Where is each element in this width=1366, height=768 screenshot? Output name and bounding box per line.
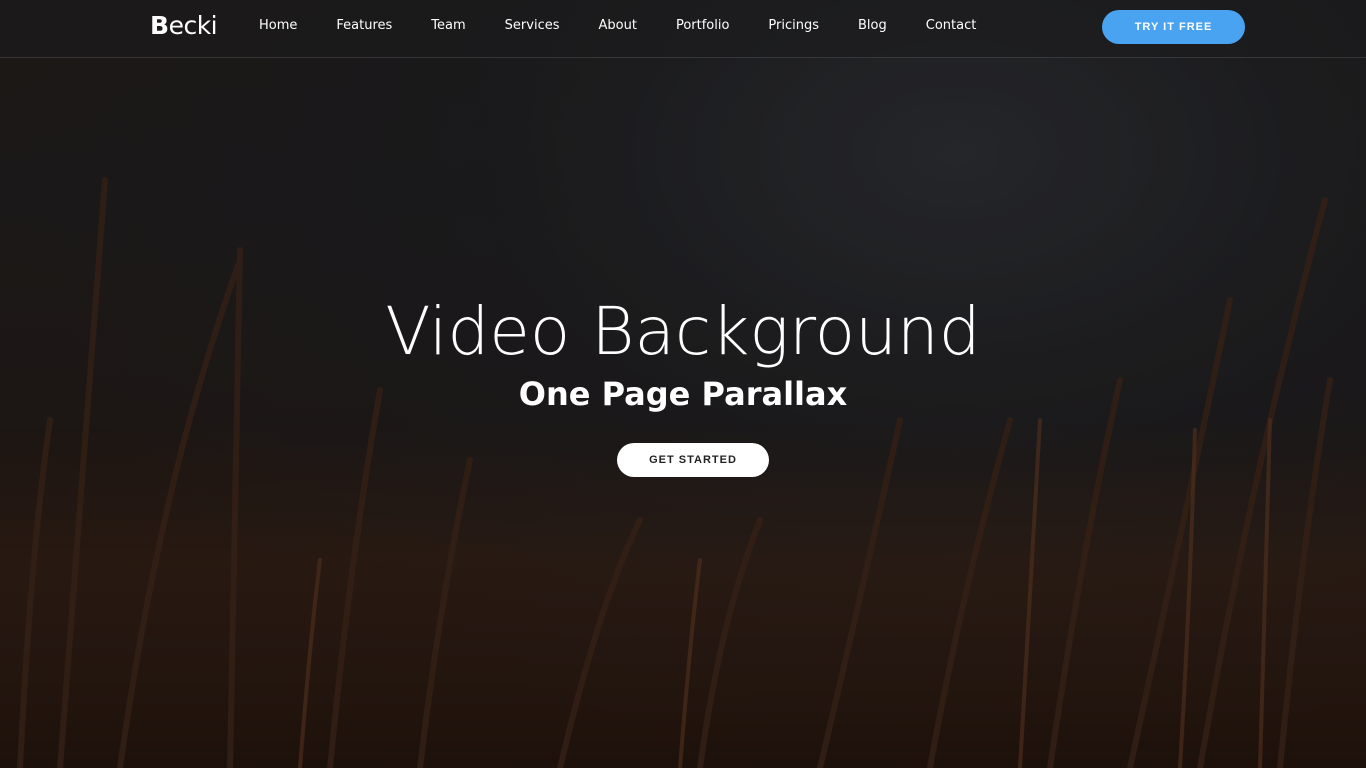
get-started-button[interactable]: GET STARTED bbox=[617, 443, 769, 477]
nav-item-contact[interactable]: Contact bbox=[926, 18, 977, 33]
nav-item-portfolio[interactable]: Portfolio bbox=[676, 18, 729, 33]
nav-item-pricings[interactable]: Pricings bbox=[768, 18, 819, 33]
page: Becki Home Features Team Services About … bbox=[0, 0, 1366, 768]
logo-first-letter: B bbox=[150, 11, 169, 40]
nav-item-blog[interactable]: Blog bbox=[858, 18, 887, 33]
nav-item-home[interactable]: Home bbox=[259, 18, 297, 33]
top-navbar: Becki Home Features Team Services About … bbox=[0, 0, 1366, 58]
nav-item-about[interactable]: About bbox=[599, 18, 637, 33]
main-nav: Home Features Team Services About Portfo… bbox=[259, 18, 1015, 33]
try-it-free-button[interactable]: TRY IT FREE bbox=[1102, 10, 1245, 44]
hero-subtitle: One Page Parallax bbox=[518, 375, 848, 413]
logo-rest: ecki bbox=[168, 11, 218, 40]
brand-logo[interactable]: Becki bbox=[150, 11, 218, 40]
nav-item-team[interactable]: Team bbox=[431, 18, 465, 33]
hero-section: Video Background One Page Parallax bbox=[0, 290, 1366, 416]
hero-title: Video Background bbox=[385, 293, 981, 370]
nav-item-features[interactable]: Features bbox=[336, 18, 392, 33]
nav-item-services[interactable]: Services bbox=[505, 18, 560, 33]
